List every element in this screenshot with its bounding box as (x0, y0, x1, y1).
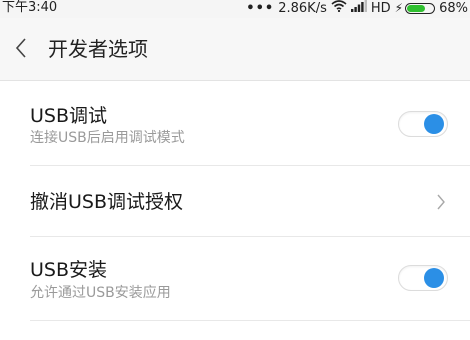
developer-options-screen: 下午3:40 ••• 2.86K/s HD ⚡ 68% 开发者选项 USB调试 … (0, 0, 470, 340)
back-button[interactable] (6, 30, 36, 66)
charging-icon: ⚡ (394, 1, 404, 15)
setting-subtitle: 连接USB后启用调试模式 (30, 130, 185, 146)
setting-row-usb-debugging[interactable]: USB调试 连接USB后启用调试模式 (0, 81, 470, 166)
setting-row-usb-install[interactable]: USB安装 允许通过USB安装应用 (0, 237, 470, 321)
battery-level-fill (407, 4, 425, 12)
more-dots: ••• (246, 0, 275, 16)
usb-install-toggle[interactable] (398, 265, 448, 291)
setting-title: USB安装 (30, 259, 108, 281)
battery-percent: 68% (439, 0, 468, 16)
chevron-right-icon (434, 192, 448, 212)
settings-list: USB调试 连接USB后启用调试模式 撤消USB调试授权 USB安装 允许通过U… (0, 81, 470, 321)
setting-subtitle: 允许通过USB安装应用 (30, 285, 171, 301)
setting-title: USB调试 (30, 105, 108, 127)
status-time: 下午3:40 (2, 0, 58, 15)
header-bar: 开发者选项 (0, 18, 470, 80)
wifi-icon (331, 0, 347, 16)
signal-icon (350, 0, 367, 16)
signal-label: HD (370, 0, 391, 16)
chevron-left-icon (15, 38, 26, 58)
setting-title: 撤消USB调试授权 (30, 191, 184, 213)
setting-row-revoke-usb-auth[interactable]: 撤消USB调试授权 (0, 166, 470, 237)
page-title: 开发者选项 (48, 37, 148, 61)
network-speed: 2.86K/s (278, 0, 327, 16)
row-divider (30, 320, 470, 321)
battery-indicator: ⚡ (394, 1, 436, 15)
usb-debugging-toggle[interactable] (398, 111, 448, 137)
toggle-knob (424, 268, 444, 288)
status-indicators: ••• 2.86K/s HD ⚡ 68% (246, 0, 468, 16)
toggle-knob (424, 114, 444, 134)
status-bar: 下午3:40 ••• 2.86K/s HD ⚡ 68% (0, 0, 470, 18)
battery-icon (405, 2, 436, 14)
